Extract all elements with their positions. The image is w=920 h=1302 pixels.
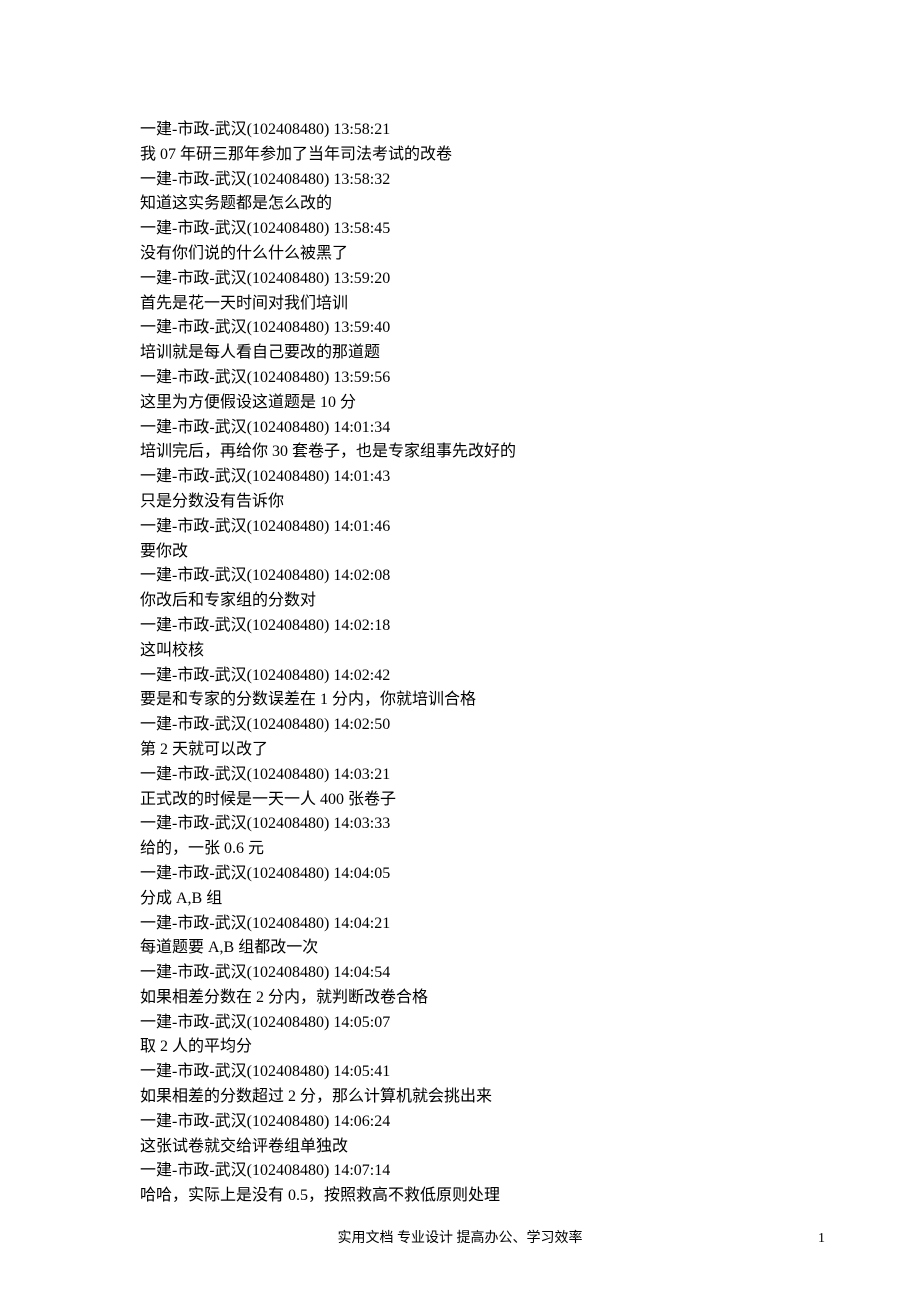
message-body: 你改后和专家组的分数对 bbox=[140, 589, 780, 614]
message-body: 每道题要 A,B 组都改一次 bbox=[140, 936, 780, 961]
message-header: 一建-市政-武汉(102408480) 13:58:32 bbox=[140, 168, 780, 193]
message-body: 如果相差分数在 2 分内，就判断改卷合格 bbox=[140, 986, 780, 1011]
page-number: 1 bbox=[818, 1228, 825, 1250]
message-body: 没有你们说的什么什么被黑了 bbox=[140, 242, 780, 267]
message-body: 培训就是每人看自己要改的那道题 bbox=[140, 341, 780, 366]
message-header: 一建-市政-武汉(102408480) 14:02:42 bbox=[140, 664, 780, 689]
message-body: 首先是花一天时间对我们培训 bbox=[140, 292, 780, 317]
message-header: 一建-市政-武汉(102408480) 14:01:46 bbox=[140, 515, 780, 540]
message-body: 这张试卷就交给评卷组单独改 bbox=[140, 1135, 780, 1160]
message-body: 给的，一张 0.6 元 bbox=[140, 837, 780, 862]
message-body: 只是分数没有告诉你 bbox=[140, 490, 780, 515]
message-body: 我 07 年研三那年参加了当年司法考试的改卷 bbox=[140, 143, 780, 168]
message-body: 哈哈，实际上是没有 0.5，按照救高不救低原则处理 bbox=[140, 1184, 780, 1209]
message-body: 培训完后，再给你 30 套卷子，也是专家组事先改好的 bbox=[140, 440, 780, 465]
message-header: 一建-市政-武汉(102408480) 13:59:20 bbox=[140, 267, 780, 292]
message-header: 一建-市政-武汉(102408480) 14:04:54 bbox=[140, 961, 780, 986]
message-body: 要是和专家的分数误差在 1 分内，你就培训合格 bbox=[140, 688, 780, 713]
message-header: 一建-市政-武汉(102408480) 14:04:05 bbox=[140, 862, 780, 887]
message-body: 正式改的时候是一天一人 400 张卷子 bbox=[140, 788, 780, 813]
message-body: 这里为方便假设这道题是 10 分 bbox=[140, 391, 780, 416]
message-header: 一建-市政-武汉(102408480) 14:05:41 bbox=[140, 1060, 780, 1085]
message-header: 一建-市政-武汉(102408480) 14:01:34 bbox=[140, 416, 780, 441]
message-header: 一建-市政-武汉(102408480) 13:58:21 bbox=[140, 118, 780, 143]
page-footer: 实用文档 专业设计 提高办公、学习效率 bbox=[0, 1228, 920, 1250]
message-header: 一建-市政-武汉(102408480) 13:59:40 bbox=[140, 316, 780, 341]
message-body: 第 2 天就可以改了 bbox=[140, 738, 780, 763]
message-header: 一建-市政-武汉(102408480) 14:03:21 bbox=[140, 763, 780, 788]
message-body: 这叫校核 bbox=[140, 639, 780, 664]
message-header: 一建-市政-武汉(102408480) 14:02:18 bbox=[140, 614, 780, 639]
message-header: 一建-市政-武汉(102408480) 14:05:07 bbox=[140, 1011, 780, 1036]
message-header: 一建-市政-武汉(102408480) 14:04:21 bbox=[140, 912, 780, 937]
chat-log: 一建-市政-武汉(102408480) 13:58:21我 07 年研三那年参加… bbox=[140, 118, 780, 1209]
message-header: 一建-市政-武汉(102408480) 14:03:33 bbox=[140, 812, 780, 837]
footer-text: 实用文档 专业设计 提高办公、学习效率 bbox=[338, 1231, 583, 1246]
message-header: 一建-市政-武汉(102408480) 14:02:50 bbox=[140, 713, 780, 738]
message-header: 一建-市政-武汉(102408480) 14:07:14 bbox=[140, 1159, 780, 1184]
message-body: 知道这实务题都是怎么改的 bbox=[140, 192, 780, 217]
message-header: 一建-市政-武汉(102408480) 14:06:24 bbox=[140, 1110, 780, 1135]
message-header: 一建-市政-武汉(102408480) 13:58:45 bbox=[140, 217, 780, 242]
message-body: 分成 A,B 组 bbox=[140, 887, 780, 912]
document-page: 一建-市政-武汉(102408480) 13:58:21我 07 年研三那年参加… bbox=[0, 0, 920, 1302]
message-header: 一建-市政-武汉(102408480) 14:01:43 bbox=[140, 465, 780, 490]
message-body: 要你改 bbox=[140, 540, 780, 565]
message-header: 一建-市政-武汉(102408480) 13:59:56 bbox=[140, 366, 780, 391]
message-body: 取 2 人的平均分 bbox=[140, 1035, 780, 1060]
message-header: 一建-市政-武汉(102408480) 14:02:08 bbox=[140, 564, 780, 589]
message-body: 如果相差的分数超过 2 分，那么计算机就会挑出来 bbox=[140, 1085, 780, 1110]
